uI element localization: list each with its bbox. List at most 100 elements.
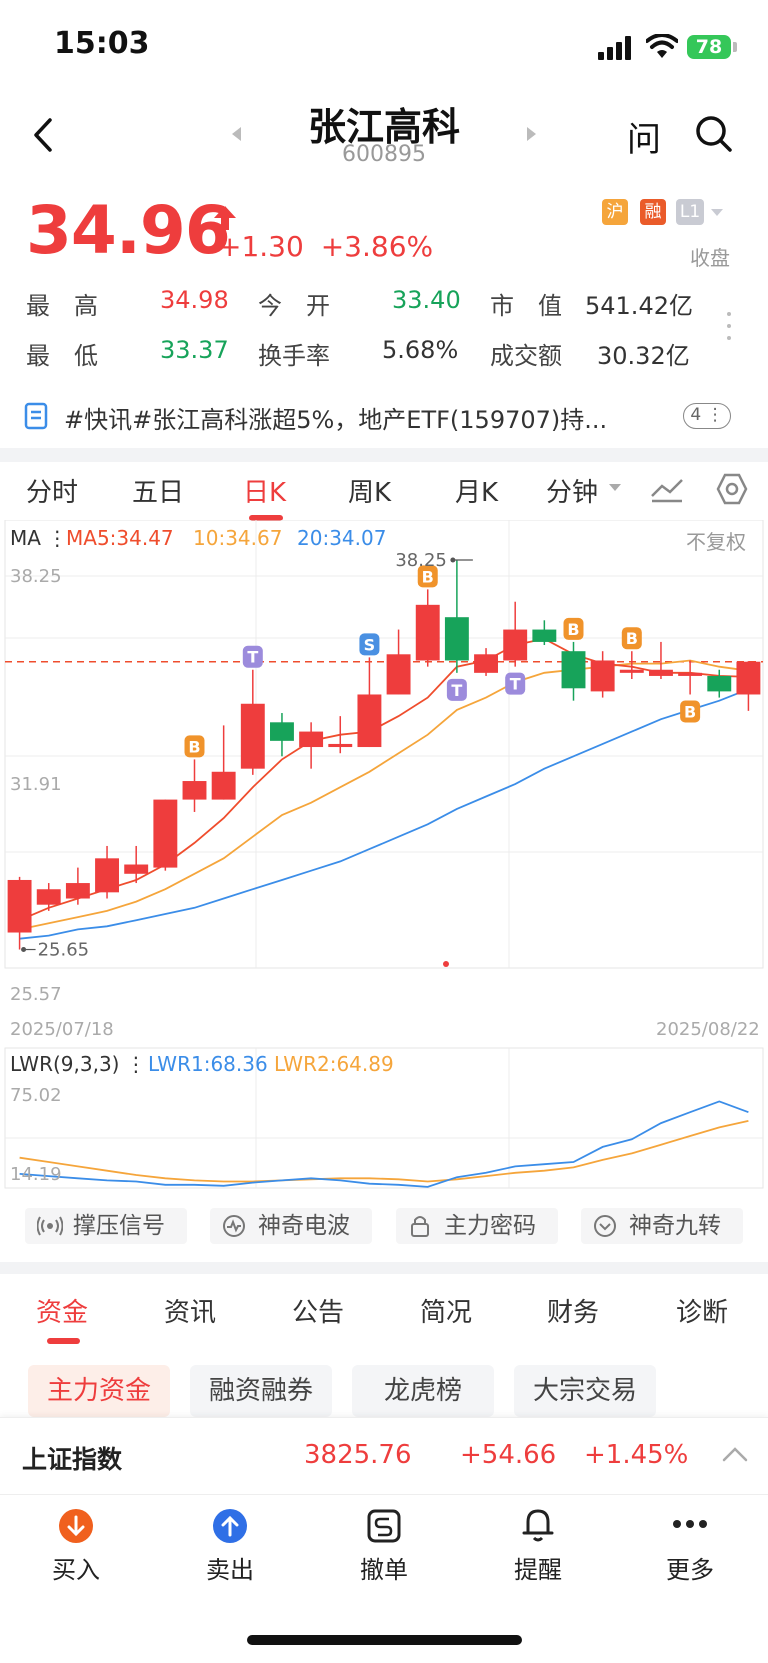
tab-5day[interactable]: 五日	[132, 472, 184, 509]
signal-marker-label: S	[364, 635, 376, 654]
lock-icon	[411, 1216, 429, 1237]
stat-label-high: 最 高	[26, 292, 98, 320]
change-value: +1.30	[218, 230, 304, 263]
settings-icon[interactable]	[715, 472, 749, 506]
x-axis-start-date: 2025/07/18	[10, 1019, 114, 1040]
magic-wave-button[interactable]: 神奇电波	[210, 1208, 372, 1244]
lwr-chart[interactable]	[0, 1046, 768, 1196]
candle-body	[36, 889, 61, 905]
signal-button-label: 主力密码	[444, 1213, 536, 1239]
y-axis-label-top: 38.25	[10, 566, 62, 587]
sell-button[interactable]: 卖出	[180, 1550, 280, 1585]
margin-badge: 融	[640, 199, 666, 225]
ma20-line	[19, 688, 749, 940]
sell-icon[interactable]	[212, 1508, 248, 1544]
tab-financials[interactable]: 财务	[547, 1292, 599, 1329]
news-count-badge[interactable]: 4 ⋮	[683, 403, 731, 429]
tab-diagnosis[interactable]: 诊断	[676, 1292, 728, 1329]
more-icon[interactable]	[672, 1518, 708, 1530]
signal-icon	[598, 36, 631, 60]
stat-value-volume: 30.32亿	[597, 342, 690, 370]
main-force-code-button[interactable]: 主力密码	[396, 1208, 558, 1244]
subtab-main-capital[interactable]: 主力资金	[28, 1365, 170, 1417]
candle-body	[678, 672, 703, 676]
wifi-icon	[646, 34, 678, 58]
ma10-line	[19, 659, 749, 931]
tab-news[interactable]: 资讯	[164, 1292, 216, 1329]
tab-announcements[interactable]: 公告	[292, 1292, 344, 1329]
more-dots-icon[interactable]	[725, 310, 733, 342]
signal-button-label: 神奇九转	[629, 1213, 721, 1239]
signal-marker-label: B	[188, 737, 200, 756]
stat-label-low: 最 低	[26, 342, 98, 370]
subtab-margin-trading[interactable]: 融资融券	[190, 1365, 332, 1417]
caret-down-icon[interactable]	[608, 483, 622, 493]
support-resistance-button[interactable]: 撑压信号	[25, 1208, 187, 1244]
stat-value-high: 34.98	[160, 286, 229, 314]
tab-capital[interactable]: 资金	[36, 1292, 88, 1329]
stat-value-mktcap: 541.42亿	[585, 292, 693, 320]
scroll-dot	[443, 961, 449, 967]
low-price-label: 25.65	[38, 940, 90, 961]
cancel-order-button[interactable]: 撤单	[334, 1550, 434, 1585]
change-percent: +3.86%	[320, 230, 434, 263]
tab-daily-k[interactable]: 日K	[243, 472, 286, 509]
price-change: +1.30 +3.86%	[218, 230, 433, 263]
candle-body	[95, 858, 119, 893]
signal-marker-label: T	[510, 675, 521, 694]
home-indicator	[247, 1635, 522, 1645]
chevron-up-icon[interactable]	[722, 1446, 748, 1462]
alert-button[interactable]: 提醒	[488, 1550, 588, 1585]
candle-body	[7, 879, 32, 933]
buy-button[interactable]: 买入	[26, 1550, 126, 1585]
signal-button-label: 撑压信号	[73, 1213, 165, 1239]
candle-body	[211, 771, 236, 800]
signal-marker-label: B	[567, 620, 579, 639]
candle-body	[65, 883, 90, 899]
x-axis-end-date: 2025/08/22	[656, 1019, 760, 1040]
current-price: 34.96	[26, 192, 231, 269]
news-headline[interactable]: #快讯#张江高科涨超5%，地产ETF(159707)持...	[64, 400, 644, 435]
lwr-axis-bottom: 14.19	[10, 1164, 62, 1185]
magic-nine-button[interactable]: 神奇九转	[581, 1208, 743, 1244]
signal-marker-label: T	[247, 648, 258, 667]
tab-monthly-k[interactable]: 月K	[455, 472, 498, 509]
subtab-dragon-tiger[interactable]: 龙虎榜	[352, 1365, 494, 1417]
buy-icon[interactable]	[58, 1508, 94, 1544]
subtab-block-trade[interactable]: 大宗交易	[514, 1365, 656, 1417]
chart-frame	[4, 520, 764, 969]
stat-value-turnover: 5.68%	[382, 336, 459, 364]
candle-body	[153, 799, 178, 868]
news-doc-icon	[24, 402, 48, 430]
index-value: 3825.76	[304, 1440, 412, 1470]
tab-profile[interactable]: 简况	[420, 1292, 472, 1329]
kline-chart[interactable]: BTSBT TB BB38.2525.65	[0, 520, 768, 1010]
draw-line-icon[interactable]	[650, 474, 684, 504]
next-stock-icon[interactable]	[527, 127, 536, 141]
tab-weekly-k[interactable]: 周K	[348, 472, 391, 509]
candle-body	[270, 722, 294, 741]
tab-minute[interactable]: 分钟	[546, 472, 598, 509]
level1-badge[interactable]: L1	[676, 199, 704, 225]
cancel-order-icon[interactable]	[366, 1508, 402, 1544]
candle-body	[736, 661, 761, 695]
search-icon[interactable]	[694, 114, 734, 154]
battery-indicator: 78	[687, 35, 731, 59]
candle-body	[328, 743, 353, 748]
news-count: 4	[690, 405, 702, 425]
chevron-down-icon[interactable]	[710, 208, 724, 218]
candle-body	[444, 617, 469, 661]
stat-label-open: 今 开	[258, 292, 330, 320]
candle-body	[124, 864, 149, 874]
tab-intraday[interactable]: 分时	[26, 472, 78, 509]
candle-body	[240, 703, 265, 769]
market-badge-sh: 沪	[602, 199, 628, 225]
index-change-pct: +1.45%	[584, 1440, 689, 1470]
candle-body	[503, 629, 528, 661]
stat-label-turnover: 换手率	[258, 342, 330, 370]
candle-body	[474, 654, 498, 673]
bell-icon[interactable]	[520, 1506, 556, 1544]
more-button[interactable]: 更多	[640, 1550, 740, 1585]
ask-button[interactable]: 问	[627, 112, 661, 161]
market-status: 收盘	[690, 246, 730, 270]
